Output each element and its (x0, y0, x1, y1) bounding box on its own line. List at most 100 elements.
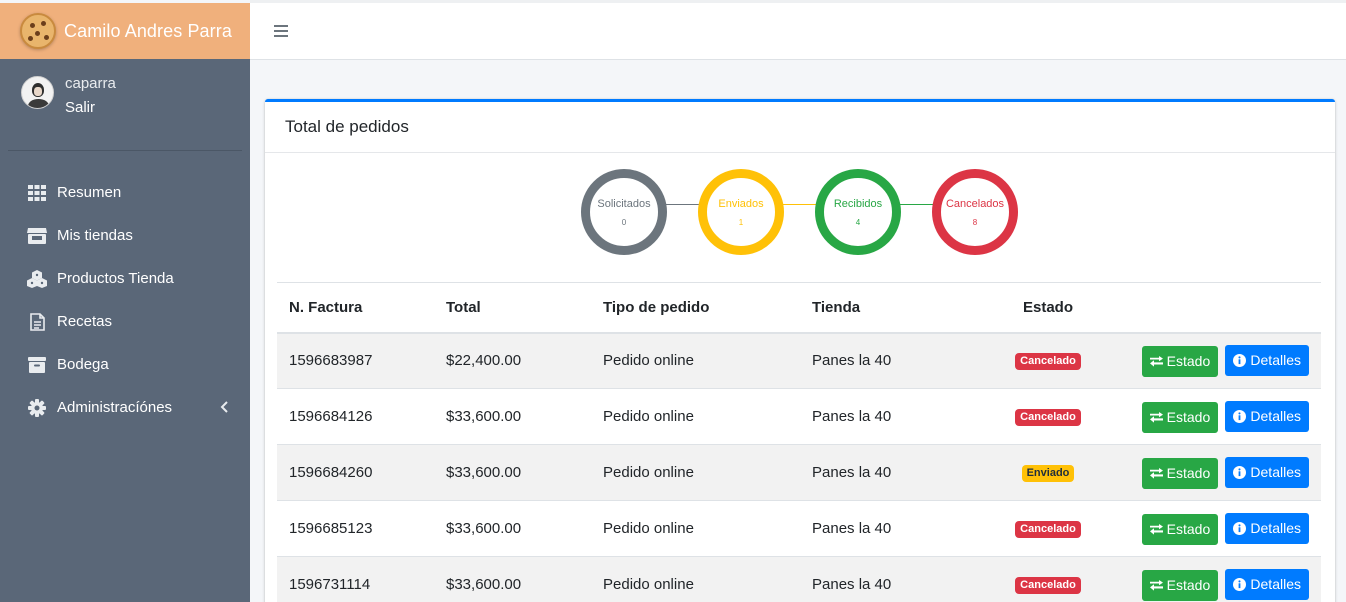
gear-icon (27, 398, 47, 418)
card-title: Total de pedidos (265, 102, 1335, 153)
step-cancelados: Cancelados 8 (932, 169, 1018, 255)
username[interactable]: caparra (65, 72, 116, 96)
cell-estado: Cancelado (1000, 388, 1096, 445)
cell-tienda: Panes la 40 (800, 500, 1000, 557)
cell-tienda: Panes la 40 (800, 388, 1000, 445)
col-header-estado: Estado (1000, 282, 1096, 334)
change-status-button[interactable]: Estado (1141, 401, 1219, 433)
orders-table-body: 1596683987 $22,400.00 Pedido online Pane… (277, 332, 1321, 602)
step-count: 0 (621, 217, 627, 227)
sidebar-item-label: Bodega (57, 356, 109, 373)
step-connector (900, 204, 934, 205)
sidebar-item-recetas[interactable]: Recetas (0, 300, 250, 343)
status-badge: Cancelado (1015, 353, 1081, 371)
step-count: 4 (855, 217, 861, 227)
sidebar-item-bodega[interactable]: Bodega (0, 343, 250, 386)
cell-actions: Estado Detalles (1096, 500, 1321, 557)
order-status-steps: Solicitados 0 Enviados 1 Recibidos 4 Can… (265, 153, 1335, 282)
button-label: Detalles (1250, 352, 1301, 369)
orders-table-wrapper: N. Factura Total Tipo de pedido Tienda E… (277, 282, 1321, 602)
cell-factura: 1596683987 (277, 332, 434, 389)
info-circle-icon (1233, 353, 1247, 367)
cell-factura: 1596685123 (277, 500, 434, 557)
orders-card: Total de pedidos Solicitados 0 Enviados … (265, 99, 1335, 602)
sidebar-item-label: Resumen (57, 184, 122, 201)
sidebar: Camilo Andres Parra caparra Salir Resume… (0, 0, 250, 602)
archive-icon (27, 355, 47, 375)
change-status-button[interactable]: Estado (1141, 513, 1219, 545)
details-button[interactable]: Detalles (1225, 456, 1309, 488)
sidebar-item-productos-tienda[interactable]: Productos Tienda (0, 257, 250, 300)
change-status-button[interactable]: Estado (1141, 457, 1219, 489)
step-enviados: Enviados 1 (698, 169, 784, 255)
sidebar-item-administraciones[interactable]: Administracíónes (0, 386, 250, 429)
step-label: Cancelados (945, 197, 1005, 210)
step-label: Recibidos (833, 197, 883, 210)
cell-estado: Cancelado (1000, 556, 1096, 602)
cell-total: $33,600.00 (434, 444, 591, 501)
sidebar-item-label: Mis tiendas (57, 227, 133, 244)
table-row: 1596684260 $33,600.00 Pedido online Pane… (277, 444, 1321, 501)
cell-tipo: Pedido online (591, 332, 800, 389)
cell-factura: 1596731114 (277, 556, 434, 602)
step-label: Enviados (718, 197, 764, 210)
sidebar-item-mis-tiendas[interactable]: Mis tiendas (0, 214, 250, 257)
button-label: Detalles (1250, 408, 1301, 424)
orders-table: N. Factura Total Tipo de pedido Tienda E… (277, 282, 1321, 602)
cell-actions: Estado Detalles (1096, 388, 1321, 445)
cell-tipo: Pedido online (591, 388, 800, 445)
sidebar-nav: Resumen Mis tiendas Productos Tienda Rec… (0, 171, 250, 429)
status-badge: Cancelado (1015, 409, 1081, 426)
table-row: 1596683987 $22,400.00 Pedido online Pane… (277, 332, 1321, 389)
cell-total: $22,400.00 (434, 332, 591, 389)
menu-toggle-icon[interactable] (274, 25, 288, 40)
step-connector (666, 204, 700, 205)
cell-factura: 1596684126 (277, 388, 434, 445)
details-button[interactable]: Detalles (1225, 568, 1309, 600)
cell-estado: Enviado (1000, 444, 1096, 501)
button-label: Detalles (1250, 520, 1301, 536)
brand-link[interactable]: Camilo Andres Parra (0, 0, 250, 59)
info-circle-icon (1233, 521, 1247, 535)
change-status-button[interactable]: Estado (1141, 345, 1219, 377)
cell-tienda: Panes la 40 (800, 444, 1000, 501)
col-header-total: Total (434, 282, 591, 334)
change-status-button[interactable]: Estado (1141, 569, 1219, 601)
cell-tipo: Pedido online (591, 500, 800, 557)
document-icon (27, 312, 47, 332)
step-connector (783, 204, 817, 205)
details-button[interactable]: Detalles (1225, 344, 1309, 376)
button-label: Detalles (1250, 464, 1301, 480)
step-label: Solicitados (597, 197, 651, 210)
step-count: 1 (738, 217, 744, 227)
exchange-icon (1149, 411, 1163, 423)
logout-link[interactable]: Salir (65, 96, 116, 120)
step-count: 8 (972, 217, 978, 227)
col-header-actions (1096, 282, 1321, 334)
table-row: 1596731114 $33,600.00 Pedido online Pane… (277, 556, 1321, 602)
cell-tipo: Pedido online (591, 556, 800, 602)
cell-total: $33,600.00 (434, 388, 591, 445)
cell-total: $33,600.00 (434, 556, 591, 602)
sidebar-item-label: Productos Tienda (57, 270, 174, 287)
cell-total: $33,600.00 (434, 500, 591, 557)
button-label: Estado (1166, 465, 1211, 481)
cell-tienda: Panes la 40 (800, 332, 1000, 389)
details-button[interactable]: Detalles (1225, 400, 1309, 432)
info-circle-icon (1233, 465, 1247, 479)
status-badge: Enviado (1021, 465, 1075, 482)
step-recibidos: Recibidos 4 (815, 169, 901, 255)
table-header-row: N. Factura Total Tipo de pedido Tienda E… (277, 282, 1321, 334)
table-row: 1596685123 $33,600.00 Pedido online Pane… (277, 500, 1321, 557)
details-button[interactable]: Detalles (1225, 512, 1309, 544)
avatar[interactable] (21, 76, 54, 109)
grid-icon (27, 183, 47, 203)
cell-estado: Cancelado (1000, 500, 1096, 557)
button-label: Estado (1166, 577, 1211, 594)
sidebar-item-resumen[interactable]: Resumen (0, 171, 250, 214)
status-badge: Cancelado (1015, 521, 1081, 538)
cell-estado: Cancelado (1000, 332, 1096, 389)
col-header-tipo: Tipo de pedido (591, 282, 800, 334)
chevron-left-icon (220, 400, 228, 417)
info-circle-icon (1233, 577, 1247, 591)
